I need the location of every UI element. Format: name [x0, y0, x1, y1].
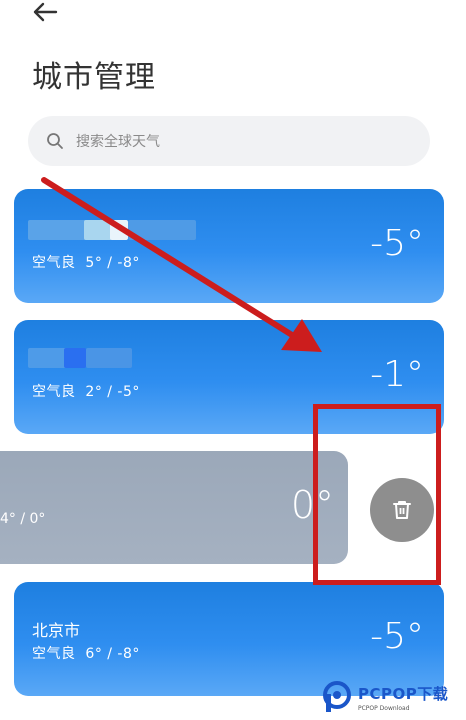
city-air-range: 空气良 2° / -5° — [32, 381, 140, 401]
city-temperature: -1° — [370, 354, 424, 395]
air-quality: 空气良 — [32, 384, 76, 400]
temp-range: 6° / -8° — [85, 646, 140, 662]
air-quality: 空气良 — [32, 646, 76, 662]
blurred-city-name — [84, 220, 112, 240]
air-quality: 空气良 — [32, 255, 76, 271]
page-title: 城市管理 — [32, 60, 156, 95]
blurred-city-name — [110, 220, 128, 240]
search-bar[interactable]: 搜索全球天气 — [28, 116, 430, 166]
city-name: 北京市 — [32, 621, 81, 640]
blurred-city-name — [86, 348, 132, 368]
temp-range: 2° / -5° — [85, 384, 140, 400]
search-placeholder: 搜索全球天气 — [76, 134, 160, 150]
pcpop-logo-icon — [323, 681, 351, 712]
blurred-city-name — [128, 220, 196, 240]
city-card-swiped[interactable]: 4° / 0° 0° — [0, 451, 348, 564]
arrow-left-icon — [33, 2, 58, 22]
watermark-logo: PCPOP下载 PCPOP Download — [322, 680, 448, 714]
city-temperature: -5° — [370, 223, 424, 264]
annotation-highlight-box — [313, 404, 441, 585]
city-card[interactable]: 空气良 5° / -8° -5° — [14, 189, 444, 303]
temp-range: 5° / -8° — [85, 255, 140, 271]
blurred-city-name — [28, 348, 68, 368]
back-button[interactable] — [30, 0, 60, 26]
watermark-sub: PCPOP Download — [358, 704, 410, 712]
watermark-brand: PCPOP下载 — [358, 684, 449, 703]
search-icon — [47, 133, 63, 149]
city-temperature: -5° — [370, 616, 424, 657]
temp-range: 4° / 0° — [0, 511, 46, 527]
city-air-range: 空气良 6° / -8° — [32, 643, 140, 663]
city-air-range: 空气良 5° / -8° — [32, 252, 140, 272]
blurred-city-name — [64, 348, 86, 368]
city-card[interactable]: 北京市 空气良 6° / -8° -5° — [14, 582, 444, 696]
